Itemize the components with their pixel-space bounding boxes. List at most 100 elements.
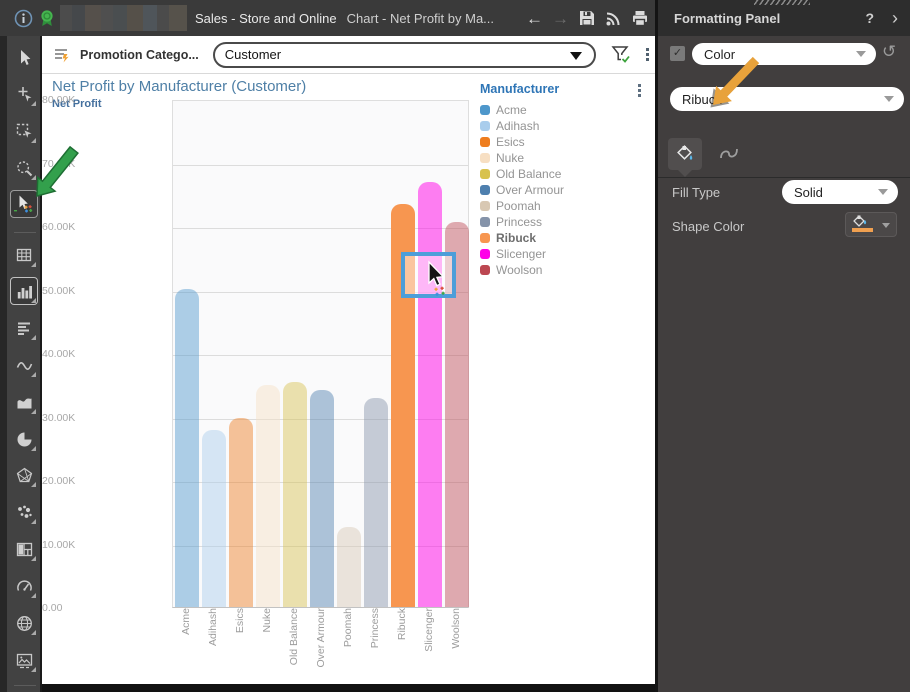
bar-over-armour[interactable] bbox=[310, 390, 334, 607]
shape-color-picker[interactable] bbox=[845, 212, 897, 237]
gauge-visualization-icon[interactable] bbox=[11, 573, 37, 599]
format-target-dropdown[interactable]: Color bbox=[692, 43, 876, 65]
attribute-selector-label[interactable]: Promotion Catego... bbox=[80, 48, 199, 62]
legend-item-woolson[interactable]: Woolson bbox=[480, 262, 630, 278]
bar-princess[interactable] bbox=[364, 398, 388, 607]
kpi-list-visualization-icon[interactable] bbox=[11, 315, 37, 341]
filter-applied-icon[interactable] bbox=[610, 44, 632, 66]
area-chart-visualization-icon[interactable] bbox=[11, 389, 37, 415]
grid-visualization-icon[interactable] bbox=[11, 242, 37, 268]
line-format-tab[interactable] bbox=[712, 138, 746, 170]
chart-container: Net Profit by Manufacturer (Customer) Ne… bbox=[42, 74, 657, 684]
paint-bucket-icon bbox=[674, 143, 696, 165]
format-cursor-icon bbox=[422, 259, 452, 299]
legend-item-esics[interactable]: Esics bbox=[480, 134, 630, 150]
active-tab-caret bbox=[678, 170, 692, 177]
back-icon[interactable]: ← bbox=[526, 10, 543, 27]
legend-label: Old Balance bbox=[496, 167, 561, 181]
legend-label: Esics bbox=[496, 135, 525, 149]
legend-items: Acme Adihash EsicsNukeOld BalanceOver Armo… bbox=[480, 102, 630, 278]
pointer-tool-icon[interactable] bbox=[11, 44, 37, 70]
network-visualization-icon[interactable] bbox=[11, 462, 37, 488]
collapse-panel-icon[interactable]: › bbox=[892, 9, 898, 27]
x-axis-label: Woolson bbox=[450, 608, 462, 684]
fill-type-dropdown[interactable]: Solid bbox=[782, 180, 898, 204]
subscription-rss-icon[interactable] bbox=[605, 10, 622, 27]
legend-label: Acme bbox=[496, 103, 527, 117]
panel-drag-handle[interactable] bbox=[754, 0, 810, 5]
legend-swatch bbox=[480, 105, 490, 115]
element-selector-combobox[interactable]: Customer bbox=[213, 42, 596, 68]
scatter-visualization-icon[interactable] bbox=[11, 499, 37, 525]
heatmap-visualization-icon[interactable] bbox=[11, 536, 37, 562]
plot-area[interactable] bbox=[172, 100, 469, 608]
legend-swatch bbox=[480, 201, 490, 211]
x-axis-label: Princess bbox=[369, 608, 381, 684]
attribute-selector-icon[interactable] bbox=[52, 45, 72, 65]
legend-swatch bbox=[480, 137, 490, 147]
y-tick-label: 70.00K bbox=[42, 158, 166, 170]
filter-more-options-icon[interactable] bbox=[646, 48, 649, 61]
pie-chart-visualization-icon[interactable] bbox=[11, 426, 37, 452]
legend-item-over-armour[interactable]: Over Armour bbox=[480, 182, 630, 198]
zoom-select-tool-icon[interactable] bbox=[11, 155, 37, 181]
x-axis-label: Over Armour bbox=[315, 608, 327, 684]
legend-item-ribuck[interactable]: Ribuck bbox=[480, 230, 630, 246]
marquee-select-tool-icon[interactable] bbox=[11, 118, 37, 144]
x-axis-label: Acme bbox=[180, 608, 192, 684]
legend-item-poomah[interactable]: Poomah bbox=[480, 198, 630, 214]
y-tick-label: 80.00K bbox=[42, 94, 166, 106]
legend: Manufacturer AcmeAdihashEsicsNukeOld Bal… bbox=[480, 82, 630, 278]
bar-nuke[interactable] bbox=[256, 385, 280, 607]
bar-adihash[interactable] bbox=[202, 430, 226, 607]
fill-format-tab[interactable] bbox=[668, 138, 702, 170]
legend-swatch bbox=[480, 169, 490, 179]
format-tool-icon[interactable] bbox=[10, 190, 38, 218]
legend-item-nuke[interactable]: Nuke bbox=[480, 150, 630, 166]
enable-format-checkbox[interactable]: ✓ bbox=[670, 46, 685, 61]
line-chart-visualization-icon[interactable] bbox=[11, 352, 37, 378]
legend-swatch bbox=[480, 121, 490, 131]
help-icon[interactable]: ? bbox=[865, 10, 874, 26]
left-toolbar bbox=[0, 36, 40, 692]
series-item-dropdown[interactable]: Ribuck bbox=[670, 87, 904, 111]
current-color-swatch bbox=[852, 228, 873, 232]
bar-acme[interactable] bbox=[175, 289, 199, 607]
legend-swatch bbox=[480, 233, 490, 243]
x-axis-label: Nuke bbox=[261, 608, 273, 684]
reset-format-icon[interactable]: ↺ bbox=[882, 42, 896, 62]
legend-item-old-balance[interactable]: Old Balance bbox=[480, 166, 630, 182]
x-axis-label: Poomah bbox=[342, 608, 354, 684]
save-icon[interactable] bbox=[578, 9, 596, 27]
legend-swatch bbox=[480, 153, 490, 163]
fill-type-label: Fill Type bbox=[672, 185, 720, 200]
bar-old-balance[interactable] bbox=[283, 382, 307, 607]
map-visualization-icon[interactable] bbox=[11, 610, 37, 636]
bar-slicenger[interactable] bbox=[418, 182, 442, 607]
legend-label: Princess bbox=[496, 215, 542, 229]
chart-title: Net Profit by Manufacturer (Customer) bbox=[52, 78, 306, 95]
dropdown-arrow-icon bbox=[570, 52, 582, 60]
panel-divider bbox=[658, 177, 910, 178]
forward-icon: → bbox=[552, 10, 569, 27]
formatting-panel-header: Formatting Panel ? › bbox=[658, 0, 910, 36]
x-axis-label: Ribuck bbox=[396, 608, 408, 684]
element-selector-value: Customer bbox=[225, 47, 281, 62]
titlebar: Sales - Store and Online Chart - Net Pro… bbox=[0, 0, 655, 36]
bar-esics[interactable] bbox=[229, 418, 253, 607]
legend-item-princess[interactable]: Princess bbox=[480, 214, 630, 230]
chart-more-options-icon[interactable] bbox=[638, 84, 641, 97]
image-layout-icon[interactable] bbox=[11, 647, 37, 673]
x-axis-label: Old Balance bbox=[288, 608, 300, 684]
x-axis-label: Adihash bbox=[207, 608, 219, 684]
insert-tool-icon[interactable] bbox=[11, 81, 37, 107]
legend-label: Adihash bbox=[496, 119, 539, 133]
legend-item-adihash[interactable]: Adihash bbox=[480, 118, 630, 134]
bar-chart-visualization-icon[interactable] bbox=[10, 277, 38, 305]
print-icon[interactable] bbox=[631, 10, 649, 27]
info-icon[interactable] bbox=[14, 9, 33, 28]
bar-poomah[interactable] bbox=[337, 527, 361, 607]
formatting-panel: Formatting Panel ? › ✓ Color ↺ Ribuck bbox=[658, 0, 910, 692]
legend-item-slicenger[interactable]: Slicenger bbox=[480, 246, 630, 262]
legend-item-acme[interactable]: Acme bbox=[480, 102, 630, 118]
